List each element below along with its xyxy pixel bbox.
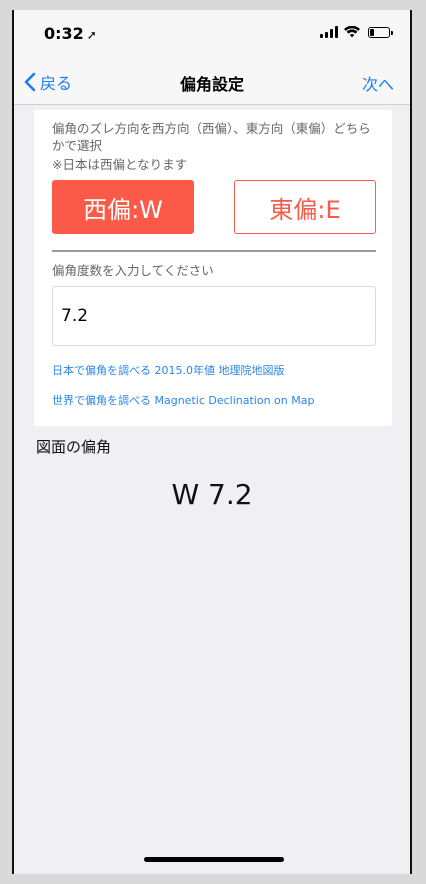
west-declination-button[interactable]: 西偏:W — [52, 180, 194, 234]
direction-description: 偏角のズレ方向を西方向（西偏）、東方向（東偏）どちらかで選択 — [52, 121, 371, 153]
declination-degree-input[interactable] — [52, 286, 376, 346]
status-bar: 0:32 ➚ — [14, 10, 410, 60]
drawing-declination-value: W 7.2 — [171, 478, 253, 511]
battery-icon — [368, 27, 393, 38]
wifi-icon — [344, 26, 360, 38]
status-time-text: 0:32 — [44, 24, 84, 43]
cellular-signal-icon — [320, 26, 338, 38]
navigation-bar: 戻る 偏角設定 次へ — [14, 60, 410, 105]
japan-declination-link[interactable]: 日本で偏角を調べる 2015.0年値 地理院地図版 — [52, 362, 284, 378]
east-declination-button[interactable]: 東偏:E — [234, 180, 376, 234]
battery-level — [370, 29, 374, 36]
declination-input-label: 偏角度数を入力してください — [52, 263, 214, 278]
page-title: 偏角設定 — [179, 75, 244, 94]
drawing-declination-label: 図面の偏角 — [36, 438, 112, 456]
status-icons — [320, 26, 393, 38]
next-button[interactable]: 次へ — [362, 71, 394, 95]
location-arrow-icon: ➚ — [86, 28, 97, 42]
world-declination-link[interactable]: 世界で偏角を調べる Magnetic Declination on Map — [52, 392, 314, 408]
declination-form-card: 偏角のズレ方向を西方向（西偏）、東方向（東偏）どちらかで選択 ※日本は西偏となり… — [34, 110, 392, 426]
section-divider — [52, 250, 376, 252]
japan-note: ※日本は西偏となります — [52, 157, 188, 172]
home-indicator[interactable] — [144, 857, 284, 862]
phone-screen: 0:32 ➚ 戻る 偏角設定 次へ 偏角のズレ方向を西方向（西偏）、東方向（東偏… — [12, 10, 412, 874]
status-time: 0:32 ➚ — [44, 24, 97, 43]
